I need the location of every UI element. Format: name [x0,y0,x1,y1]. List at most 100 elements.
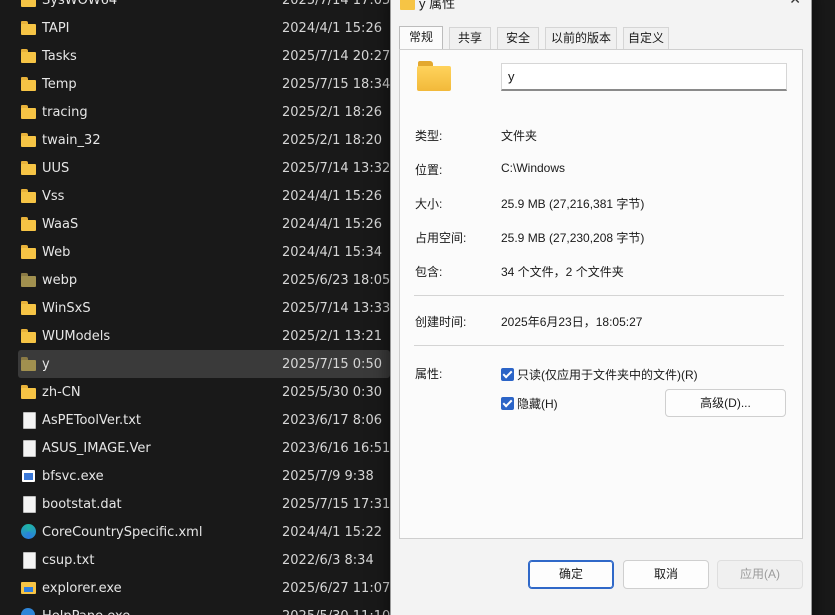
file-icon [20,440,38,457]
modified-date: 2025/7/15 17:31 [282,496,391,512]
modified-date: 2025/7/14 20:27 [282,48,391,64]
folder-icon [20,384,38,400]
location-label: 位置: [415,163,443,177]
list-item[interactable]: SysWOW64 2025/7/14 17:05 [18,0,390,14]
modified-date: 2023/6/17 8:06 [282,412,382,428]
list-item[interactable]: CoreCountrySpecific.xml 2024/4/1 15:22 [18,518,390,546]
file-name: CoreCountrySpecific.xml [42,524,203,540]
tab-security[interactable]: 安全 [497,27,539,49]
list-item[interactable]: Web 2024/4/1 15:34 [18,238,390,266]
list-item[interactable]: bfsvc.exe 2025/7/9 9:38 [18,462,390,490]
folder-icon [20,20,38,36]
modified-date: 2025/7/14 13:33 [282,300,391,316]
file-name: AsPEToolVer.txt [42,412,142,428]
list-item[interactable]: Vss 2024/4/1 15:26 [18,182,390,210]
hidden-checkbox-label[interactable]: 隐藏(H) [517,395,558,412]
dialog-titlebar[interactable]: y 属性 ✕ [391,0,811,11]
list-item[interactable]: y 2025/7/15 0:50 [18,350,390,378]
file-icon [20,412,38,429]
list-item[interactable]: csup.txt 2022/6/3 8:34 [18,546,390,574]
attributes-label: 属性: [415,367,443,381]
type-value: 文件夹 [501,129,538,143]
modified-date: 2024/4/1 15:26 [282,216,382,232]
close-icon[interactable]: ✕ [789,0,801,8]
readonly-checkbox-label[interactable]: 只读(仅应用于文件夹中的文件)(R) [517,366,698,383]
modified-date: 2025/7/14 13:32 [282,160,391,176]
hidden-checkbox[interactable] [501,397,514,410]
list-item[interactable]: AsPEToolVer.txt 2023/6/17 8:06 [18,406,390,434]
tab-previous-versions[interactable]: 以前的版本 [545,27,617,49]
folder-icon [20,104,38,120]
list-item[interactable]: WUModels 2025/2/1 13:21 [18,322,390,350]
folder-icon [20,356,38,372]
contains-value: 34 个文件，2 个文件夹 [501,265,624,279]
file-icon [20,552,38,569]
explorer-icon [20,580,38,596]
modified-date: 2024/4/1 15:26 [282,188,382,204]
readonly-checkbox[interactable] [501,368,514,381]
list-item[interactable]: bootstat.dat 2025/7/15 17:31 [18,490,390,518]
list-item[interactable]: webp 2025/6/23 18:05 [18,266,390,294]
file-name: ASUS_IMAGE.Ver [42,440,151,456]
list-item[interactable]: WaaS 2024/4/1 15:26 [18,210,390,238]
exe-icon [20,468,38,484]
list-item[interactable]: TAPI 2024/4/1 15:26 [18,14,390,42]
file-name: y [42,356,50,372]
modified-date: 2022/6/3 8:34 [282,552,374,568]
size-on-disk-label: 占用空间: [415,231,467,245]
list-item[interactable]: UUS 2025/7/14 13:32 [18,154,390,182]
type-label: 类型: [415,129,443,143]
folder-icon [417,61,451,91]
help-icon [20,608,38,615]
file-name: Tasks [42,48,77,64]
tab-sharing[interactable]: 共享 [449,27,491,49]
list-item[interactable]: Tasks 2025/7/14 20:27 [18,42,390,70]
modified-date: 2025/5/30 11:10 [282,609,390,615]
file-name: bfsvc.exe [42,468,104,484]
size-on-disk-value: 25.9 MB (27,230,208 字节) [501,231,645,245]
list-item[interactable]: ASUS_IMAGE.Ver 2023/6/16 16:51 [18,434,390,462]
modified-date: 2025/6/23 18:05 [282,272,391,288]
modified-date: 2025/2/1 18:20 [282,132,382,148]
list-item[interactable]: WinSxS 2025/7/14 13:33 [18,294,390,322]
file-name: SysWOW64 [42,0,118,8]
file-name: csup.txt [42,552,95,568]
tab-general[interactable]: 常规 [399,26,443,50]
folder-icon [20,188,38,204]
modified-date: 2025/5/30 0:30 [282,384,382,400]
cancel-button[interactable]: 取消 [623,560,709,589]
list-item[interactable]: twain_32 2025/2/1 18:20 [18,126,390,154]
file-name: WUModels [42,328,111,344]
folder-icon [20,244,38,260]
divider [414,345,784,346]
folder-icon [20,216,38,232]
folder-icon [399,0,415,10]
dialog-title: y 属性 [419,0,456,11]
folder-icon [20,48,38,64]
list-item[interactable]: Temp 2025/7/15 18:34 [18,70,390,98]
folder-icon [20,76,38,92]
modified-date: 2024/4/1 15:34 [282,244,382,260]
file-name: tracing [42,104,88,120]
list-item[interactable]: HelpPane.exe 2025/5/30 11:10 [18,602,390,615]
file-name: Temp [42,76,77,92]
list-item[interactable]: zh-CN 2025/5/30 0:30 [18,378,390,406]
file-name: Vss [42,188,65,204]
file-name: webp [42,272,78,288]
size-label: 大小: [415,197,443,211]
modified-date: 2023/6/16 16:51 [282,440,391,456]
file-name: TAPI [42,20,70,36]
file-name: WinSxS [42,300,91,316]
tab-customize[interactable]: 自定义 [623,27,669,49]
modified-date: 2025/7/15 0:50 [282,356,382,372]
advanced-button[interactable]: 高级(D)... [665,389,786,417]
file-name: WaaS [42,216,79,232]
modified-date: 2025/7/14 17:05 [282,0,391,8]
folder-name-input[interactable] [501,63,787,91]
created-value: 2025年6月23日，18:05:27 [501,315,643,329]
ok-button[interactable]: 确定 [528,560,614,589]
list-item[interactable]: explorer.exe 2025/6/27 11:07 [18,574,390,602]
list-item[interactable]: tracing 2025/2/1 18:26 [18,98,390,126]
apply-button[interactable]: 应用(A) [717,560,803,589]
file-name: zh-CN [42,384,81,400]
